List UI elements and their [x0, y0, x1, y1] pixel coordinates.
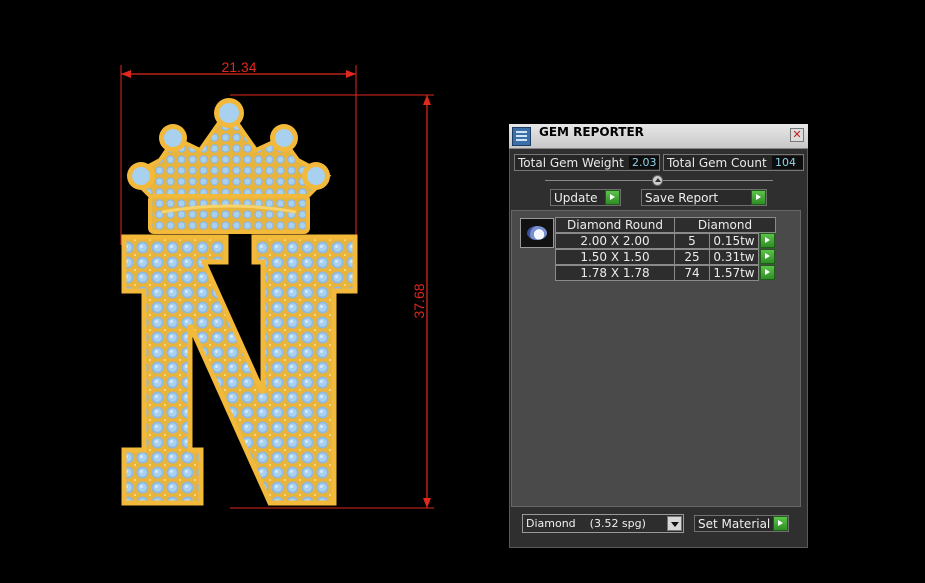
- panel-title: GEM REPORTER: [539, 125, 644, 139]
- diamond-round-icon: [520, 218, 554, 248]
- total-gem-weight-box: Total Gem Weight 2.03: [514, 154, 660, 171]
- total-gem-count-box: Total Gem Count 104: [663, 154, 804, 171]
- height-dimension-label: 37.68: [411, 283, 427, 318]
- gem-reporter-panel: GEM REPORTER ✕ Total Gem Weight 2.03 Tot…: [509, 124, 808, 548]
- gem-reporter-app-icon: [512, 127, 531, 146]
- gem-count: 25: [674, 249, 710, 265]
- chevron-down-icon[interactable]: [667, 516, 682, 531]
- update-button-label: Update: [554, 191, 598, 205]
- select-row-go-icon[interactable]: [760, 265, 775, 280]
- collapse-icon[interactable]: [652, 175, 663, 186]
- gem-weight: 1.57tw: [709, 265, 759, 281]
- panel-titlebar[interactable]: GEM REPORTER ✕: [509, 124, 808, 149]
- save-report-button-label: Save Report: [645, 191, 719, 205]
- total-gem-weight-value: 2.03: [629, 156, 659, 169]
- material-select-value: Diamond (3.52 spg): [526, 517, 646, 530]
- set-material-button[interactable]: Set Material: [694, 515, 789, 532]
- gem-weight: 0.31tw: [709, 249, 759, 265]
- shape-header: Diamond Round: [555, 217, 675, 233]
- select-row-go-icon[interactable]: [760, 233, 775, 248]
- letter-n-shape: [121, 234, 358, 506]
- gem-count: 74: [674, 265, 710, 281]
- save-report-button[interactable]: Save Report: [641, 189, 767, 206]
- update-go-icon[interactable]: [605, 190, 620, 205]
- gem-weight: 0.15tw: [709, 233, 759, 249]
- select-row-go-icon[interactable]: [760, 249, 775, 264]
- material-select[interactable]: Diamond (3.52 spg): [522, 514, 684, 533]
- material-header: Diamond: [674, 217, 776, 233]
- set-material-go-icon[interactable]: [773, 516, 788, 531]
- total-gem-count-label: Total Gem Count: [667, 156, 767, 170]
- gem-list-area: Diamond Round Diamond 2.00 X 2.00 5 0.15…: [511, 210, 801, 507]
- width-dimension-label: 21.34: [221, 59, 256, 75]
- gem-size: 1.50 X 1.50: [555, 249, 675, 265]
- crown-shape: [126, 98, 332, 234]
- gem-size: 1.78 X 1.78: [555, 265, 675, 281]
- gem-count: 5: [674, 233, 710, 249]
- total-gem-weight-label: Total Gem Weight: [518, 156, 624, 170]
- set-material-button-label: Set Material: [698, 517, 771, 531]
- total-gem-count-value: 104: [772, 156, 803, 169]
- gem-size: 2.00 X 2.00: [555, 233, 675, 249]
- save-report-go-icon[interactable]: [751, 190, 766, 205]
- close-icon[interactable]: ✕: [790, 128, 804, 142]
- update-button[interactable]: Update: [550, 189, 621, 206]
